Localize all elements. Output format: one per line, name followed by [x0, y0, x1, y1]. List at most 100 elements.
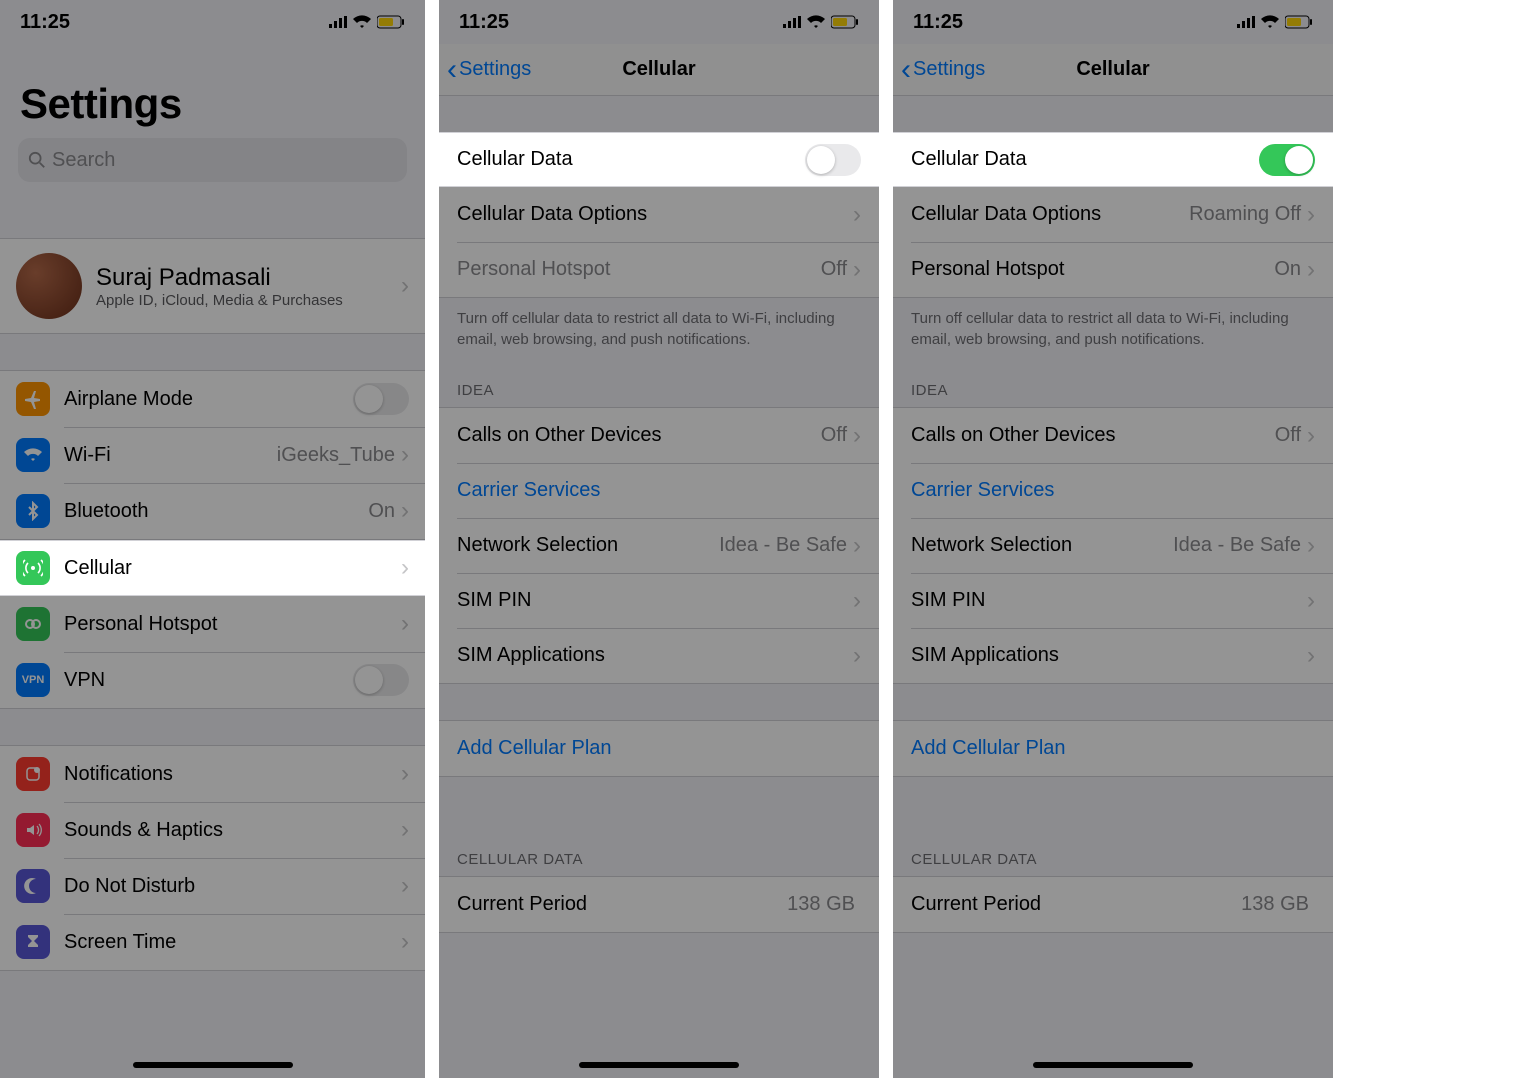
home-indicator[interactable]	[1033, 1062, 1193, 1068]
row-value: Roaming Off	[1189, 203, 1301, 226]
row-current-period: Current Period 138 GB	[439, 877, 879, 932]
chevron-right-icon: ›	[1307, 587, 1315, 615]
cellular-data-toggle[interactable]	[805, 144, 861, 176]
row-add-plan[interactable]: Add Cellular Plan	[439, 721, 879, 776]
bluetooth-icon	[16, 494, 50, 528]
row-value: Off	[821, 258, 847, 281]
row-carrier-services[interactable]: Carrier Services	[439, 463, 879, 518]
row-value: Idea - Be Safe	[719, 534, 847, 557]
chevron-right-icon: ›	[853, 642, 861, 670]
row-dnd[interactable]: Do Not Disturb ›	[0, 858, 425, 914]
row-airplane[interactable]: Airplane Mode	[0, 371, 425, 427]
row-label: Add Cellular Plan	[911, 737, 1315, 760]
row-label: Cellular Data Options	[911, 203, 1189, 226]
cellular-screen-off: 11:25 ‹ Settings Cellular Cellular Data …	[439, 0, 879, 1078]
cellular-data-toggle[interactable]	[1259, 144, 1315, 176]
row-add-plan[interactable]: Add Cellular Plan	[893, 721, 1333, 776]
footer-text: Turn off cellular data to restrict all d…	[893, 298, 1333, 368]
row-label: Notifications	[64, 763, 401, 786]
row-carrier-services[interactable]: Carrier Services	[893, 463, 1333, 518]
row-wifi[interactable]: Wi-Fi iGeeks_Tube ›	[0, 427, 425, 483]
search-input[interactable]: Search	[18, 138, 407, 182]
airplane-toggle[interactable]	[353, 383, 409, 415]
vpn-toggle[interactable]	[353, 664, 409, 696]
nav-title: Cellular	[622, 58, 695, 81]
home-indicator[interactable]	[579, 1062, 739, 1068]
row-network-selection[interactable]: Network Selection Idea - Be Safe ›	[439, 518, 879, 573]
row-calls-other[interactable]: Calls on Other Devices Off ›	[893, 408, 1333, 463]
chevron-left-icon: ‹	[901, 60, 911, 80]
row-label: Bluetooth	[64, 500, 368, 523]
row-sim-pin[interactable]: SIM PIN ›	[893, 573, 1333, 628]
section-header: IDEA	[439, 368, 879, 407]
row-calls-other[interactable]: Calls on Other Devices Off ›	[439, 408, 879, 463]
row-screentime[interactable]: Screen Time ›	[0, 914, 425, 970]
row-label: Cellular Data	[911, 148, 1259, 171]
row-label: Add Cellular Plan	[457, 737, 861, 760]
chevron-right-icon: ›	[401, 872, 409, 900]
row-sim-apps[interactable]: SIM Applications ›	[439, 628, 879, 683]
back-button[interactable]: ‹ Settings	[447, 58, 531, 81]
cellular-screen-on: 11:25 ‹ Settings Cellular Cellular Data …	[893, 0, 1333, 1078]
chevron-right-icon: ›	[853, 201, 861, 229]
back-button[interactable]: ‹ Settings	[901, 58, 985, 81]
section-header: CELLULAR DATA	[439, 837, 879, 876]
wifi-icon	[807, 13, 825, 31]
nav-title: Cellular	[1076, 58, 1149, 81]
status-time: 11:25	[459, 11, 509, 34]
row-label: Personal Hotspot	[911, 258, 1274, 281]
row-label: Calls on Other Devices	[457, 424, 821, 447]
chevron-right-icon: ›	[853, 422, 861, 450]
page-title: Settings	[0, 44, 425, 138]
footer-text: Turn off cellular data to restrict all d…	[439, 298, 879, 368]
chevron-right-icon: ›	[1307, 201, 1315, 229]
battery-icon	[1285, 15, 1313, 29]
hourglass-icon	[16, 925, 50, 959]
chevron-right-icon: ›	[1307, 256, 1315, 284]
row-label: Carrier Services	[911, 479, 1315, 502]
wifi-icon	[353, 13, 371, 31]
chevron-right-icon: ›	[853, 587, 861, 615]
row-label: Airplane Mode	[64, 388, 353, 411]
row-data-options[interactable]: Cellular Data Options ›	[439, 187, 879, 242]
row-bluetooth[interactable]: Bluetooth On ›	[0, 483, 425, 539]
row-cellular-data[interactable]: Cellular Data	[893, 132, 1333, 187]
chevron-right-icon: ›	[401, 554, 409, 582]
moon-icon	[16, 869, 50, 903]
row-label: Do Not Disturb	[64, 875, 401, 898]
chevron-right-icon: ›	[401, 816, 409, 844]
row-label: SIM Applications	[457, 644, 853, 667]
row-label: Carrier Services	[457, 479, 861, 502]
status-bar: 11:25	[893, 0, 1333, 44]
profile-row[interactable]: Suraj Padmasali Apple ID, iCloud, Media …	[0, 238, 425, 334]
row-label: Network Selection	[457, 534, 719, 557]
chevron-right-icon: ›	[401, 272, 409, 300]
profile-sub: Apple ID, iCloud, Media & Purchases	[96, 292, 401, 309]
row-label: SIM Applications	[911, 644, 1307, 667]
section-header: IDEA	[893, 368, 1333, 407]
row-hotspot[interactable]: Personal Hotspot ›	[0, 596, 425, 652]
row-network-selection[interactable]: Network Selection Idea - Be Safe ›	[893, 518, 1333, 573]
status-time: 11:25	[20, 11, 70, 34]
row-personal-hotspot[interactable]: Personal Hotspot Off ›	[439, 242, 879, 297]
row-label: Calls on Other Devices	[911, 424, 1275, 447]
row-value: 138 GB	[787, 893, 855, 916]
row-cellular[interactable]: Cellular ›	[0, 540, 425, 596]
status-bar: 11:25	[439, 0, 879, 44]
row-label: Personal Hotspot	[457, 258, 821, 281]
sounds-icon	[16, 813, 50, 847]
row-data-options[interactable]: Cellular Data Options Roaming Off ›	[893, 187, 1333, 242]
signal-icon	[1237, 13, 1255, 31]
row-sounds[interactable]: Sounds & Haptics ›	[0, 802, 425, 858]
wifi-icon	[1261, 13, 1279, 31]
row-notifications[interactable]: Notifications ›	[0, 746, 425, 802]
row-personal-hotspot[interactable]: Personal Hotspot On ›	[893, 242, 1333, 297]
row-sim-pin[interactable]: SIM PIN ›	[439, 573, 879, 628]
row-label: Current Period	[457, 893, 787, 916]
home-indicator[interactable]	[133, 1062, 293, 1068]
row-current-period: Current Period 138 GB	[893, 877, 1333, 932]
search-icon	[28, 151, 46, 169]
row-vpn[interactable]: VPN VPN	[0, 652, 425, 708]
row-cellular-data[interactable]: Cellular Data	[439, 132, 879, 187]
row-sim-apps[interactable]: SIM Applications ›	[893, 628, 1333, 683]
